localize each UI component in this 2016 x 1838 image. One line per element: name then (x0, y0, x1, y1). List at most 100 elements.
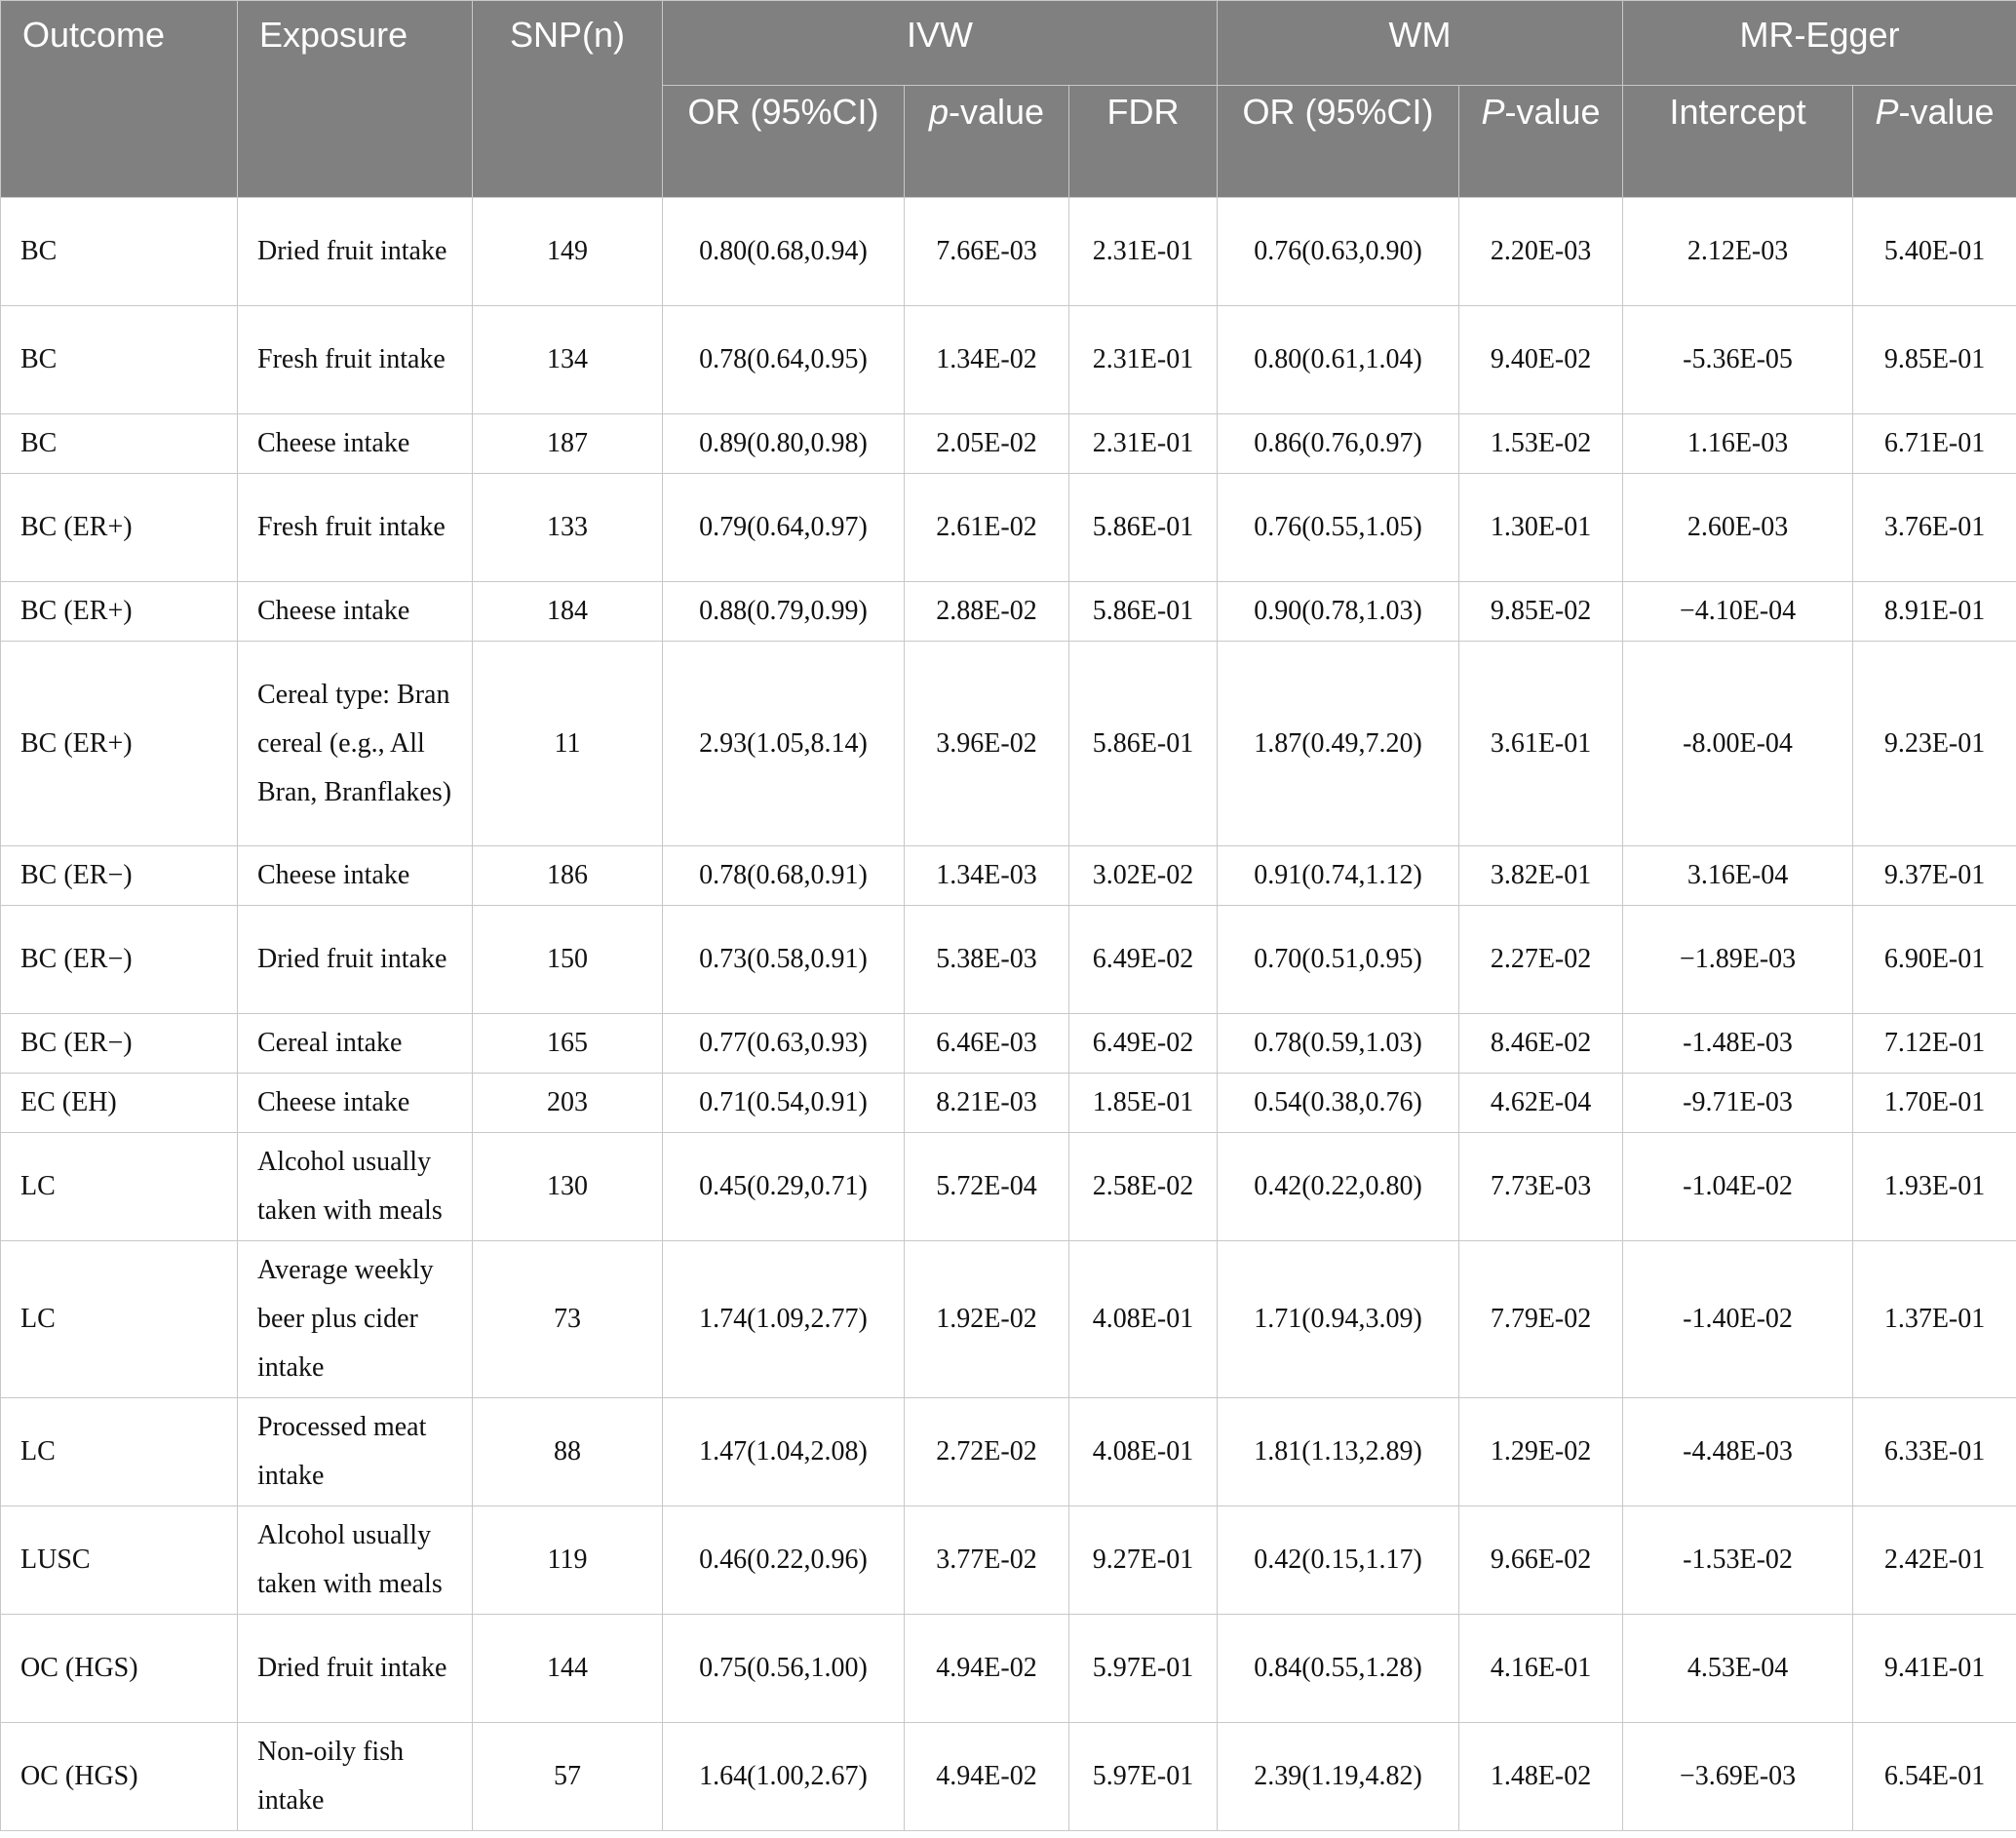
cell-ivw-or: 0.78(0.68,0.91) (662, 845, 905, 906)
cell-snp: 186 (472, 845, 663, 906)
header-wm-p-suffix: -value (1504, 92, 1601, 132)
cell-ivw-or: 0.89(0.80,0.98) (662, 413, 905, 474)
cell-ivw-fdr: 3.02E-02 (1067, 845, 1219, 906)
cell-ivw-or: 0.80(0.68,0.94) (662, 197, 905, 306)
cell-outcome: BC (0, 197, 238, 306)
cell-egger-intercept: −3.69E-03 (1622, 1722, 1854, 1831)
cell-ivw-fdr: 4.08E-01 (1067, 1397, 1219, 1506)
cell-ivw-fdr: 5.86E-01 (1067, 581, 1219, 642)
cell-snp: 149 (472, 197, 663, 306)
cell-egger-intercept: 3.16E-04 (1622, 845, 1854, 906)
cell-ivw-fdr: 5.86E-01 (1067, 473, 1219, 582)
cell-ivw-or: 2.93(1.05,8.14) (662, 641, 905, 846)
header-wm-p-letter: P (1481, 92, 1505, 132)
cell-exposure: Cheese intake (237, 1073, 473, 1133)
cell-wm-or: 2.39(1.19,4.82) (1217, 1722, 1460, 1831)
cell-ivw-fdr: 2.31E-01 (1067, 305, 1219, 414)
table-row: EC (EH) Cheese intake 203 0.71(0.54,0.91… (0, 1073, 2016, 1133)
cell-ivw-or: 0.88(0.79,0.99) (662, 581, 905, 642)
cell-outcome: LC (0, 1397, 238, 1506)
cell-wm-p: 4.62E-04 (1458, 1073, 1624, 1133)
cell-egger-p: 1.37E-01 (1852, 1240, 2016, 1398)
table-row: BC Fresh fruit intake 134 0.78(0.64,0.95… (0, 305, 2016, 414)
cell-exposure: Cheese intake (237, 581, 473, 642)
cell-outcome: BC (ER−) (0, 845, 238, 906)
cell-wm-or: 0.42(0.15,1.17) (1217, 1506, 1460, 1615)
cell-ivw-fdr: 6.49E-02 (1067, 1013, 1219, 1074)
table-header: Outcome Exposure SNP(n) IVW WM MR-Egger … (0, 0, 2016, 198)
cell-egger-intercept: −4.10E-04 (1622, 581, 1854, 642)
cell-wm-p: 1.48E-02 (1458, 1722, 1624, 1831)
cell-egger-p: 7.12E-01 (1852, 1013, 2016, 1074)
cell-ivw-p: 2.72E-02 (904, 1397, 1069, 1506)
cell-ivw-p: 1.34E-02 (904, 305, 1069, 414)
cell-wm-or: 0.76(0.63,0.90) (1217, 197, 1460, 306)
table-row: BC (ER−) Cheese intake 186 0.78(0.68,0.9… (0, 845, 2016, 906)
table-row: BC Dried fruit intake 149 0.80(0.68,0.94… (0, 197, 2016, 306)
cell-wm-p: 3.61E-01 (1458, 641, 1624, 846)
cell-wm-or: 0.84(0.55,1.28) (1217, 1614, 1460, 1723)
table-row: OC (HGS) Non-oily fish intake 57 1.64(1.… (0, 1722, 2016, 1831)
cell-outcome: LC (0, 1132, 238, 1241)
cell-exposure: Fresh fruit intake (237, 305, 473, 414)
cell-exposure: Fresh fruit intake (237, 473, 473, 582)
cell-wm-p: 1.30E-01 (1458, 473, 1624, 582)
cell-egger-p: 9.85E-01 (1852, 305, 2016, 414)
cell-ivw-or: 0.79(0.64,0.97) (662, 473, 905, 582)
cell-exposure: Dried fruit intake (237, 905, 473, 1014)
cell-outcome: EC (EH) (0, 1073, 238, 1133)
cell-exposure: Average weekly beer plus cider intake (237, 1240, 473, 1398)
cell-wm-or: 0.80(0.61,1.04) (1217, 305, 1460, 414)
cell-exposure: Dried fruit intake (237, 1614, 473, 1723)
cell-outcome: BC (ER−) (0, 905, 238, 1014)
cell-exposure: Non-oily fish intake (237, 1722, 473, 1831)
table-row: BC (ER−) Cereal intake 165 0.77(0.63,0.9… (0, 1013, 2016, 1074)
cell-wm-or: 1.87(0.49,7.20) (1217, 641, 1460, 846)
cell-outcome: BC (ER+) (0, 641, 238, 846)
cell-egger-intercept: -4.48E-03 (1622, 1397, 1854, 1506)
cell-outcome: OC (HGS) (0, 1614, 238, 1723)
cell-snp: 133 (472, 473, 663, 582)
cell-snp: 144 (472, 1614, 663, 1723)
cell-exposure: Cereal intake (237, 1013, 473, 1074)
cell-ivw-or: 0.46(0.22,0.96) (662, 1506, 905, 1615)
header-exposure: Exposure (237, 0, 473, 198)
cell-ivw-or: 1.64(1.00,2.67) (662, 1722, 905, 1831)
cell-ivw-p: 5.72E-04 (904, 1132, 1069, 1241)
cell-egger-intercept: −1.89E-03 (1622, 905, 1854, 1014)
cell-ivw-or: 0.45(0.29,0.71) (662, 1132, 905, 1241)
table-row: LUSC Alcohol usually taken with meals 11… (0, 1506, 2016, 1615)
cell-wm-or: 0.70(0.51,0.95) (1217, 905, 1460, 1014)
cell-egger-p: 8.91E-01 (1852, 581, 2016, 642)
cell-egger-intercept: -5.36E-05 (1622, 305, 1854, 414)
header-egger-intercept: Intercept (1622, 85, 1854, 198)
cell-ivw-or: 0.78(0.64,0.95) (662, 305, 905, 414)
cell-egger-p: 6.71E-01 (1852, 413, 2016, 474)
cell-snp: 203 (472, 1073, 663, 1133)
cell-outcome: OC (HGS) (0, 1722, 238, 1831)
cell-wm-p: 8.46E-02 (1458, 1013, 1624, 1074)
table-row: LC Processed meat intake 88 1.47(1.04,2.… (0, 1397, 2016, 1506)
cell-egger-intercept: -1.48E-03 (1622, 1013, 1854, 1074)
table-row: OC (HGS) Dried fruit intake 144 0.75(0.5… (0, 1614, 2016, 1723)
cell-snp: 11 (472, 641, 663, 846)
table-row: BC (ER+) Cheese intake 184 0.88(0.79,0.9… (0, 581, 2016, 642)
cell-wm-or: 0.42(0.22,0.80) (1217, 1132, 1460, 1241)
cell-egger-p: 6.33E-01 (1852, 1397, 2016, 1506)
cell-egger-p: 5.40E-01 (1852, 197, 2016, 306)
cell-ivw-fdr: 2.58E-02 (1067, 1132, 1219, 1241)
cell-ivw-fdr: 5.97E-01 (1067, 1614, 1219, 1723)
cell-egger-p: 9.23E-01 (1852, 641, 2016, 846)
cell-ivw-fdr: 5.86E-01 (1067, 641, 1219, 846)
header-snp: SNP(n) (472, 0, 663, 198)
cell-snp: 134 (472, 305, 663, 414)
cell-ivw-or: 0.71(0.54,0.91) (662, 1073, 905, 1133)
cell-egger-p: 9.37E-01 (1852, 845, 2016, 906)
header-wm-p: P-value (1458, 85, 1624, 198)
cell-exposure: Alcohol usually taken with meals (237, 1132, 473, 1241)
cell-wm-or: 1.81(1.13,2.89) (1217, 1397, 1460, 1506)
cell-wm-or: 0.54(0.38,0.76) (1217, 1073, 1460, 1133)
cell-ivw-p: 4.94E-02 (904, 1722, 1069, 1831)
results-table-container: Outcome Exposure SNP(n) IVW WM MR-Egger … (0, 0, 2016, 1831)
cell-wm-or: 0.76(0.55,1.05) (1217, 473, 1460, 582)
